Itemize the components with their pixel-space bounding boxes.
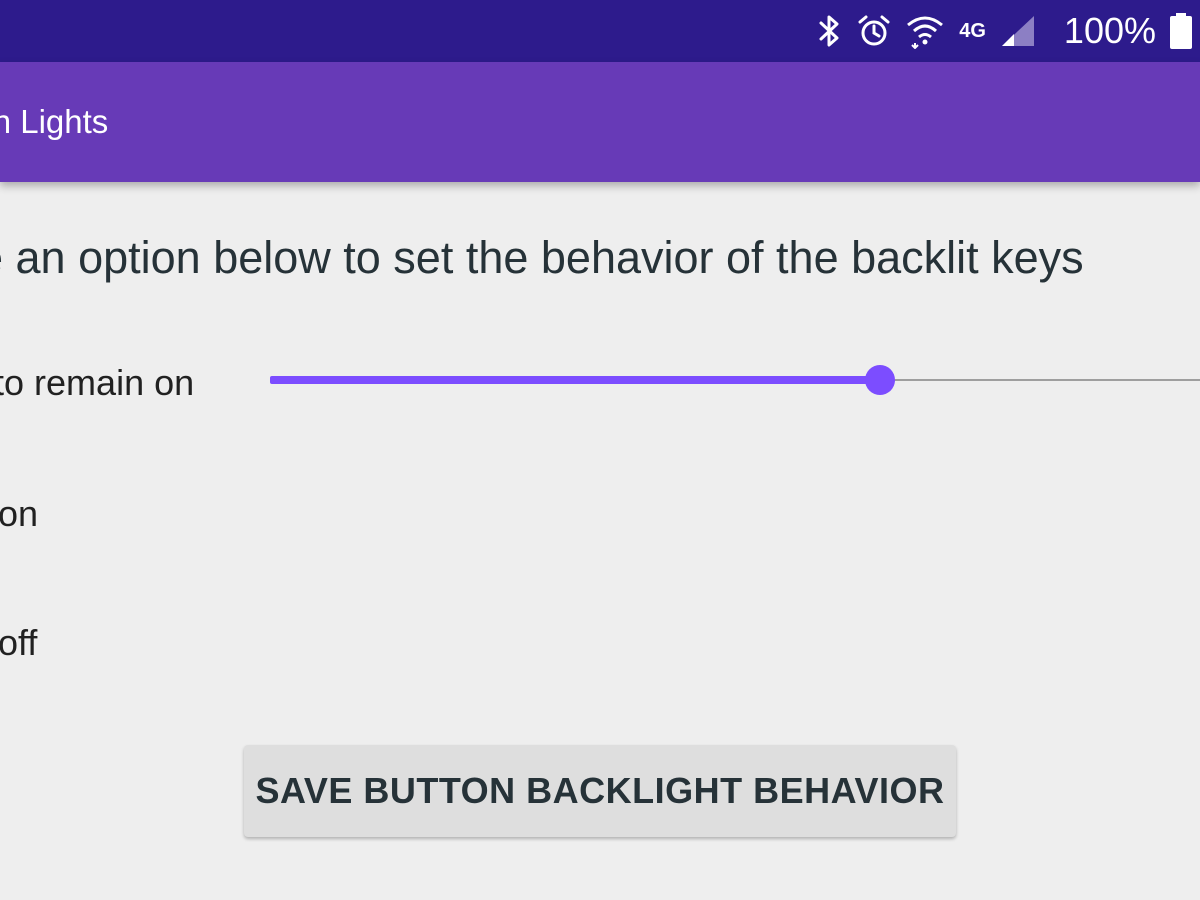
bluetooth-icon: [817, 14, 843, 48]
status-bar: 4G 100%: [0, 0, 1200, 62]
alarm-icon: [857, 14, 891, 48]
option-remain-on[interactable]: e to remain on: [0, 362, 194, 404]
wifi-icon: [905, 13, 945, 49]
slider-track-filled: [270, 376, 881, 384]
battery-percentage: 100%: [1063, 10, 1156, 51]
status-icons: 4G 100%: [817, 0, 1200, 62]
option-always-off[interactable]: ys off: [0, 622, 37, 664]
app-bar: tton Lights: [0, 62, 1200, 182]
duration-slider[interactable]: [270, 362, 1200, 398]
instruction-text: e an option below to set the behavior of…: [0, 232, 1084, 283]
battery-icon: [1170, 13, 1192, 49]
network-type-label: 4G: [959, 19, 986, 42]
slider-thumb[interactable]: [865, 365, 896, 395]
signal-icon: [1000, 15, 1036, 47]
save-backlight-button[interactable]: SAVE BUTTON BACKLIGHT BEHAVIOR: [244, 745, 956, 837]
option-always-on[interactable]: ys on: [0, 493, 38, 535]
app-title: tton Lights: [0, 103, 109, 140]
